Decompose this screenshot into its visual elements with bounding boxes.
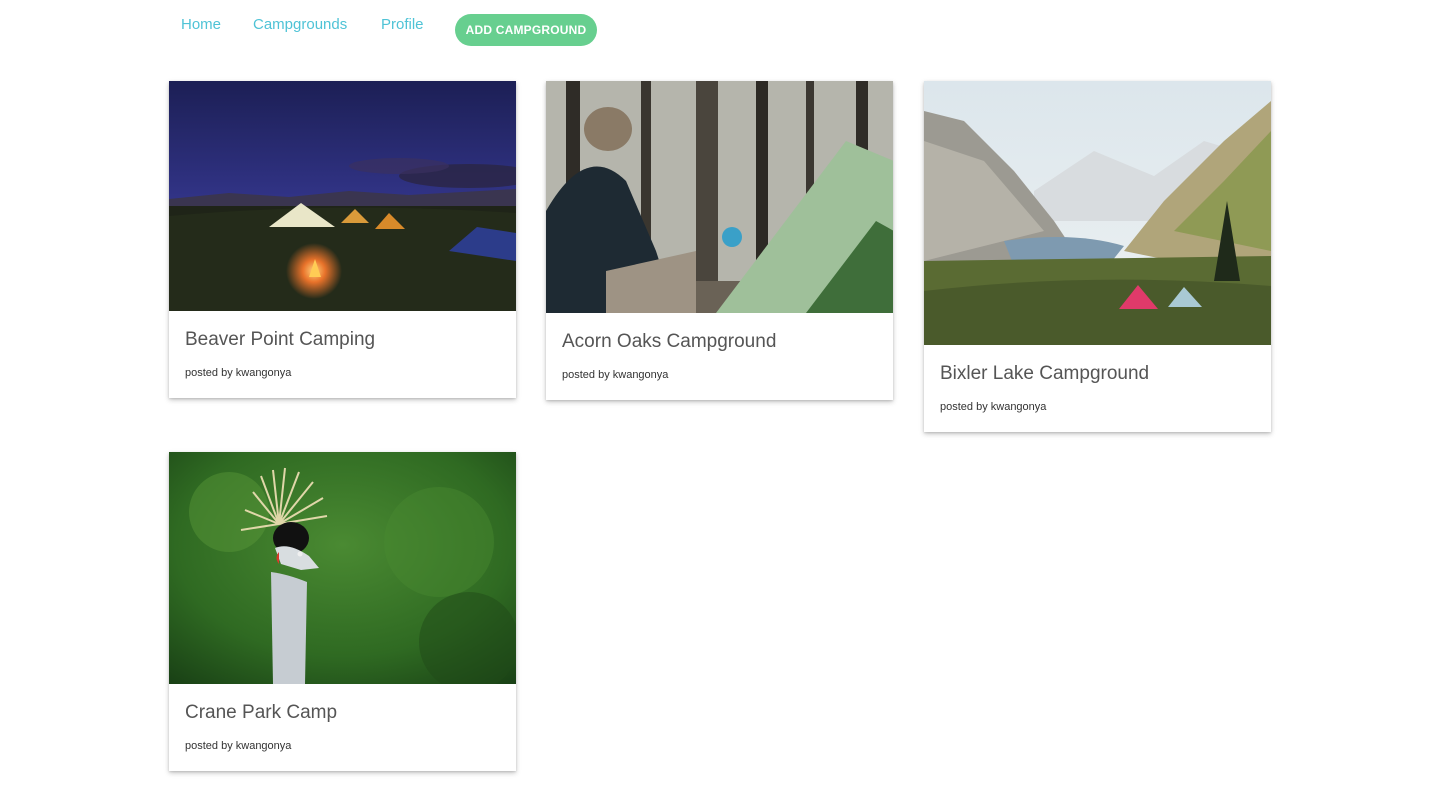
campground-image[interactable]	[924, 81, 1271, 345]
campground-card[interactable]: Beaver Point Camping posted by kwangonya	[169, 81, 516, 398]
campground-title[interactable]: Acorn Oaks Campground	[562, 330, 877, 354]
posted-by-text: posted by kwangonya	[185, 367, 292, 379]
posted-by-text: posted by kwangonya	[185, 740, 292, 752]
campground-title[interactable]: Beaver Point Camping	[185, 328, 500, 352]
top-navbar: Home Campgrounds Profile ADD CAMPGROUND	[0, 0, 1440, 60]
forest-camper-tent-photo	[546, 81, 893, 313]
nav-campgrounds-link[interactable]: Campgrounds	[253, 16, 347, 33]
nav-profile-link[interactable]: Profile	[381, 16, 424, 33]
add-campground-button[interactable]: ADD CAMPGROUND	[455, 14, 597, 46]
campground-card[interactable]: Bixler Lake Campground posted by kwangon…	[924, 81, 1271, 432]
campground-image[interactable]	[546, 81, 893, 313]
posted-by-text: posted by kwangonya	[940, 401, 1047, 413]
night-campfire-tents-photo	[169, 81, 516, 311]
nav-home-link[interactable]: Home	[181, 16, 221, 33]
crowned-crane-bird-photo	[169, 452, 516, 684]
campground-title[interactable]: Crane Park Camp	[185, 701, 500, 725]
campground-card[interactable]: Crane Park Camp posted by kwangonya	[169, 452, 516, 771]
campground-title[interactable]: Bixler Lake Campground	[940, 362, 1255, 386]
posted-by-text: posted by kwangonya	[562, 369, 669, 381]
campground-card[interactable]: Acorn Oaks Campground posted by kwangony…	[546, 81, 893, 400]
campground-image[interactable]	[169, 452, 516, 684]
mountain-lake-tents-photo	[924, 81, 1271, 345]
campground-image[interactable]	[169, 81, 516, 311]
